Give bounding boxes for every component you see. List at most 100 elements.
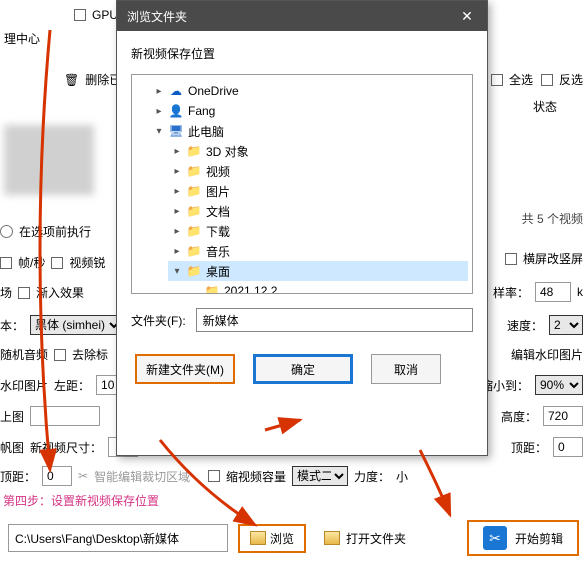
smart-crop: 智能编辑裁切区域 <box>94 468 190 485</box>
wm-img: 水印图片 <box>0 377 48 394</box>
tree-item[interactable]: ▸ 📁视频 <box>168 161 468 181</box>
folder-icon: 📁 <box>204 283 220 294</box>
folder-field-label: 文件夹(F): <box>131 312 186 329</box>
user-icon: 👤 <box>168 103 184 119</box>
shrink-select[interactable]: 90% <box>535 375 583 395</box>
folder-icon: 📁 <box>186 183 202 199</box>
tree-item[interactable]: ▸📁音乐 <box>168 241 468 261</box>
folder-name-input[interactable] <box>196 308 473 332</box>
scissors-icon: ✂ <box>78 469 88 483</box>
tree-label: 视频 <box>206 163 230 180</box>
tree-label: 文档 <box>206 203 230 220</box>
save-path-input[interactable] <box>8 524 228 552</box>
upload-input[interactable] <box>30 406 100 426</box>
remove-checkbox[interactable] <box>54 349 66 361</box>
tree-item[interactable]: ▸📁3D 对象 <box>168 141 468 161</box>
status-label: 状态 <box>533 98 557 115</box>
expand-icon[interactable]: ▸ <box>172 146 182 157</box>
left-lbl: 左距： <box>54 377 90 394</box>
sample-label: 样率： <box>493 284 529 301</box>
open-folder-button[interactable]: 打开文件夹 <box>316 526 414 551</box>
top-input[interactable] <box>553 437 583 457</box>
expand-icon[interactable]: ▾ <box>154 126 164 137</box>
intensity-val: 小 <box>396 468 408 485</box>
folder-icon: 📁 <box>186 223 202 239</box>
before-exec: 在选项前执行 <box>19 223 91 240</box>
tree-item[interactable]: ▸ 📁图片 <box>168 181 468 201</box>
tree-label: 2021.12.2 <box>224 284 277 294</box>
expand-icon[interactable]: ▸ <box>172 226 182 237</box>
sharpen-checkbox[interactable] <box>51 257 63 269</box>
count-label: 共 5 个视频 <box>522 210 583 227</box>
crop-input[interactable] <box>42 466 72 486</box>
fadein-checkbox[interactable] <box>18 287 30 299</box>
scissors-icon: ✂ <box>483 526 507 550</box>
sample-input[interactable] <box>535 282 571 302</box>
folder-tree[interactable]: ▸☁OneDrive▸👤Fang▾🖥此电脑▸📁3D 对象▸📁视频▸📁图片▸📁文档… <box>131 74 473 294</box>
thumbnail <box>4 125 94 195</box>
cancel-button[interactable]: 取消 <box>371 354 441 384</box>
dialog-subtitle: 新视频保存位置 <box>131 45 473 62</box>
expand-icon[interactable]: ▾ <box>172 266 182 277</box>
tree-label: 图片 <box>206 183 230 200</box>
tree-item[interactable]: ▸ ☁ OneDrive <box>150 81 468 101</box>
new-folder-button[interactable]: 新建文件夹(M) <box>135 354 235 384</box>
expand-icon[interactable]: ▸ <box>154 86 164 97</box>
font-lbl: 本： <box>0 317 24 334</box>
speed-select[interactable]: 2 <box>549 315 583 335</box>
edit-wm[interactable]: 编辑水印图片 <box>511 346 583 363</box>
browse-label: 浏览 <box>270 530 294 547</box>
compress: 缩视频容量 <box>226 468 286 485</box>
tree-label: 桌面 <box>206 263 230 280</box>
folder-icon: 📁 <box>186 143 202 159</box>
tree-label: OneDrive <box>188 84 239 98</box>
start-label: 开始剪辑 <box>515 530 563 547</box>
before-exec-radio[interactable] <box>0 225 13 238</box>
ok-button[interactable]: 确定 <box>253 354 353 384</box>
expand-icon[interactable]: ▸ <box>172 166 182 177</box>
height-lbl: 高度： <box>501 408 537 425</box>
folder-icon: 📁 <box>186 243 202 259</box>
speed-lbl: 速度： <box>507 317 543 334</box>
invert-checkbox[interactable] <box>541 74 553 86</box>
folder-icon <box>324 531 340 545</box>
tree-item[interactable]: 📁 2021.12.2 <box>186 281 468 294</box>
top-lbl: 顶距： <box>511 439 547 456</box>
tree-item[interactable]: ▸ 📁下载 <box>168 221 468 241</box>
landscape: 横屏改竖屏 <box>523 250 583 267</box>
scene: 场 <box>0 284 12 301</box>
tree-item[interactable]: ▸👤Fang <box>150 101 468 121</box>
font-select[interactable]: 黑体 (simhei) <box>30 315 123 335</box>
tree-item[interactable]: ▾ 🖥此电脑 <box>150 121 468 141</box>
browse-folder-dialog: 浏览文件夹 ✕ 新视频保存位置 ▸☁OneDrive▸👤Fang▾🖥此电脑▸📁3… <box>116 0 488 456</box>
expand-icon[interactable]: ▸ <box>172 186 182 197</box>
intensity-lbl: 力度： <box>354 468 390 485</box>
onedrive-icon: ☁ <box>168 83 184 99</box>
mgr-label: 理中心 <box>4 30 40 47</box>
folder-icon: 📁 <box>186 203 202 219</box>
gpu-checkbox[interactable] <box>74 9 86 21</box>
tree-label: 下载 <box>206 223 230 240</box>
folder-icon: 📁 <box>186 163 202 179</box>
compress-checkbox[interactable] <box>208 470 220 482</box>
height-input[interactable] <box>543 406 583 426</box>
fps-checkbox[interactable] <box>0 257 12 269</box>
close-button[interactable]: ✕ <box>447 1 487 31</box>
tree-label: 此电脑 <box>188 123 224 140</box>
browse-button[interactable]: 浏览 <box>238 524 306 553</box>
sharpen: 视频锐 <box>69 254 105 271</box>
fadein: 渐入效果 <box>36 284 84 301</box>
dialog-title: 浏览文件夹 <box>127 8 187 25</box>
tree-item[interactable]: ▸ 📁文档 <box>168 201 468 221</box>
tree-item[interactable]: ▾ 📁桌面 <box>168 261 468 281</box>
expand-icon[interactable]: ▸ <box>172 206 182 217</box>
folder-icon: 📁 <box>186 263 202 279</box>
mode-select[interactable]: 模式二 <box>292 466 348 486</box>
expand-icon[interactable]: ▸ <box>172 246 182 257</box>
pc-icon: 🖥 <box>168 123 184 139</box>
remove: 去除标 <box>72 346 108 363</box>
landscape-checkbox[interactable] <box>505 253 517 265</box>
selectall-checkbox[interactable] <box>491 74 503 86</box>
start-button[interactable]: ✂ 开始剪辑 <box>467 520 579 556</box>
expand-icon[interactable]: ▸ <box>154 106 164 117</box>
